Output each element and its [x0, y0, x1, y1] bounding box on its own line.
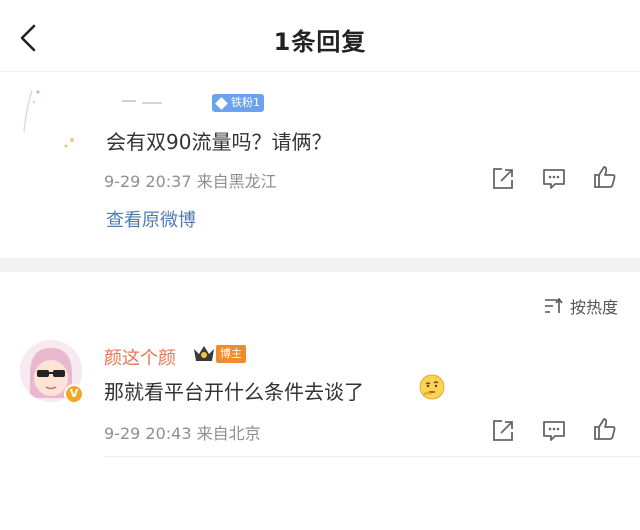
like-icon	[594, 418, 616, 440]
verified-badge: V	[64, 384, 84, 404]
sort-icon	[544, 297, 563, 313]
comment-text: 那就看平台开什么条件去谈了	[104, 380, 364, 404]
sort-by-heat-button[interactable]: 按热度	[544, 294, 618, 318]
comment-meta: 9-29 20:43 来自北京	[104, 424, 261, 443]
username-obscured[interactable]	[106, 92, 166, 113]
sort-label: 按热度	[569, 298, 618, 317]
avatar[interactable]	[18, 80, 82, 150]
top-bar: 1条回复	[0, 0, 640, 72]
share-button[interactable]	[490, 418, 516, 444]
like-button[interactable]	[592, 164, 618, 190]
share-button[interactable]	[490, 166, 516, 192]
section-divider	[0, 258, 640, 272]
view-original-link[interactable]: 查看原微博	[106, 206, 196, 232]
comment-icon	[543, 421, 565, 441]
divider-line	[104, 456, 640, 457]
thinking-emoji-icon	[419, 374, 445, 400]
comment-button[interactable]	[541, 166, 567, 192]
page-title: 1条回复	[273, 28, 367, 56]
share-icon	[493, 420, 513, 441]
obscured-name-mark	[122, 100, 162, 104]
original-post-meta: 9-29 20:37 来自黑龙江	[104, 172, 277, 191]
share-icon	[493, 168, 513, 189]
comment-username[interactable]: 颜这个颜	[104, 344, 176, 370]
like-button[interactable]	[592, 416, 618, 442]
comment-icon	[543, 169, 565, 189]
blogger-badge: 博主	[216, 345, 246, 363]
fan-badge: 铁粉1	[212, 94, 264, 112]
original-post-text: 会有双90流量吗？请俩？	[106, 130, 332, 154]
like-icon	[594, 166, 616, 188]
fan-badge-label: 铁粉1	[231, 96, 260, 109]
comment-button[interactable]	[541, 418, 567, 444]
crown-icon	[194, 346, 214, 361]
original-post-card	[0, 72, 640, 258]
diamond-icon	[215, 96, 228, 110]
